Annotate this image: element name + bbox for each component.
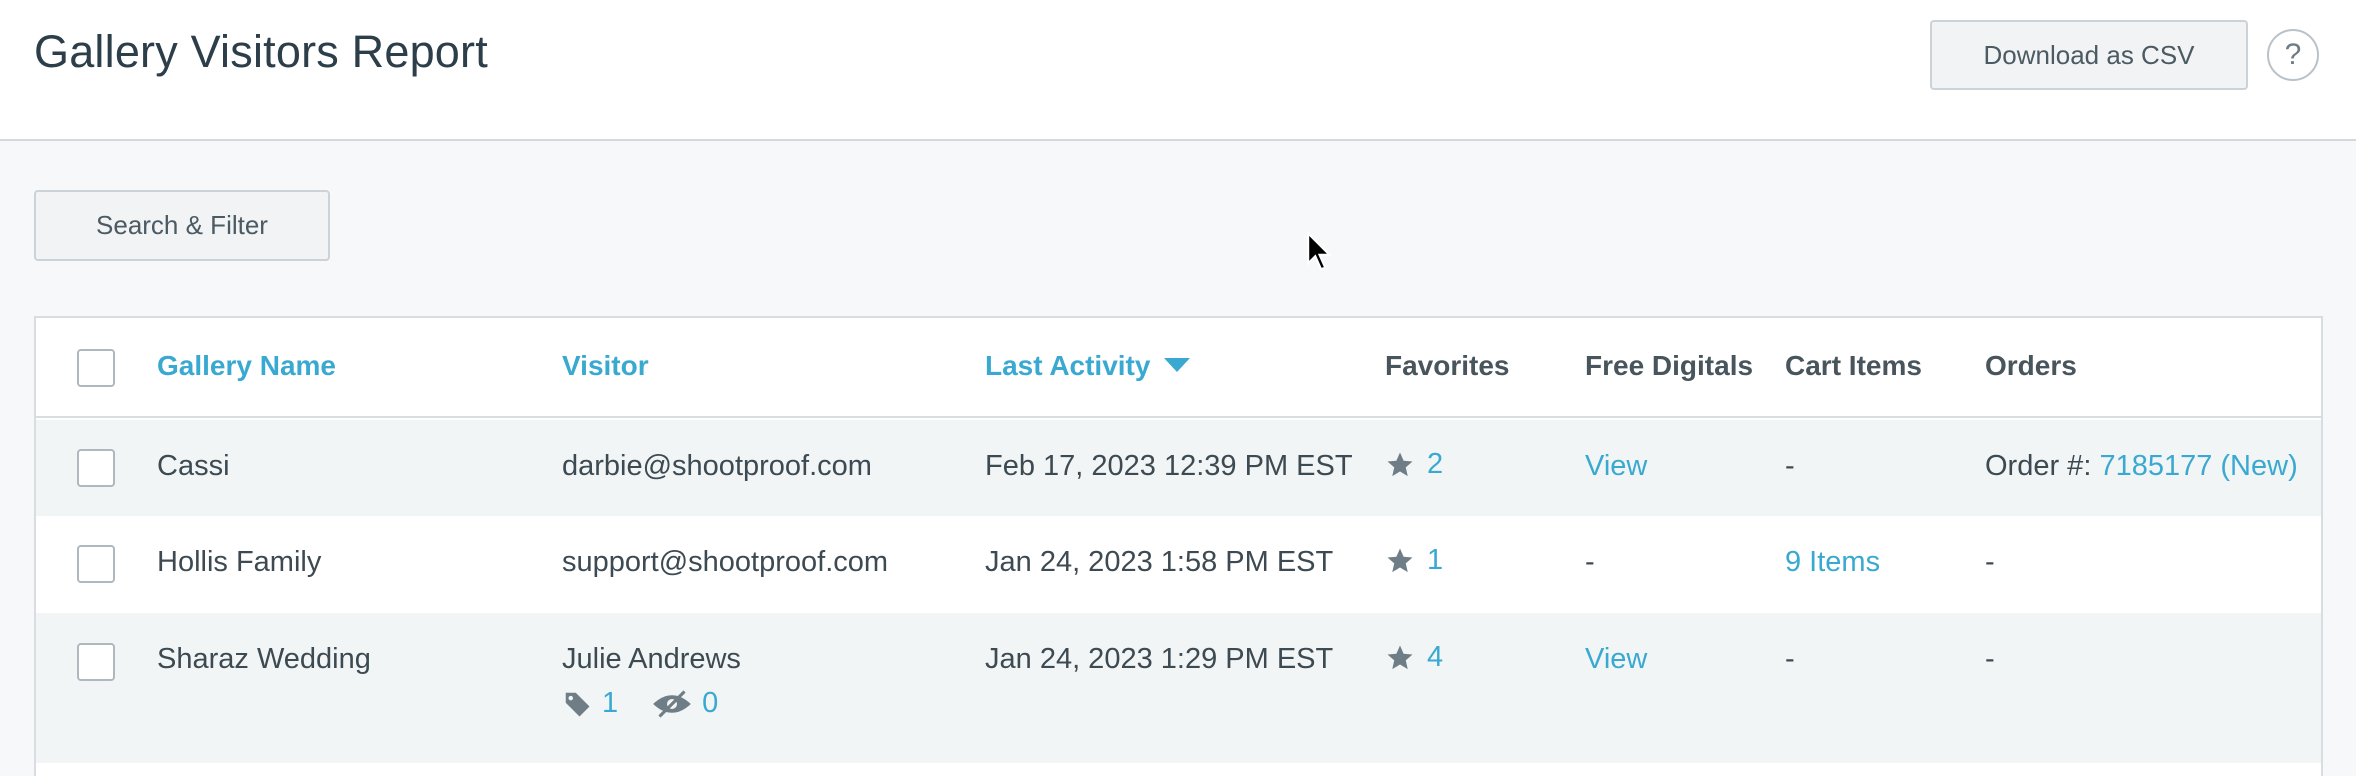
visitors-table: Gallery Name Visitor Last Activity Favor… [34, 316, 2323, 776]
free-digitals-cell: - [1585, 546, 1595, 578]
table-row: Hollis Family support@shootproof.com Jan… [36, 516, 2321, 613]
hidden-count-link[interactable]: 0 [702, 687, 718, 720]
column-header-free-digitals: Free Digitals [1585, 350, 1754, 381]
row-checkbox[interactable] [77, 545, 115, 583]
star-icon [1387, 452, 1413, 476]
column-header-cart-items: Cart Items [1785, 350, 1922, 381]
gallery-name-cell: Hollis Family [157, 546, 322, 578]
visitor-cell: support@shootproof.com [562, 546, 889, 578]
column-header-last-activity-label: Last Activity [985, 350, 1151, 381]
visitor-cell: Julie Andrews [562, 643, 741, 675]
last-activity-cell: Feb 17, 2023 12:39 PM EST [985, 450, 1353, 482]
last-activity-cell: Jan 24, 2023 1:29 PM EST [985, 643, 1334, 675]
star-icon [1387, 645, 1413, 669]
column-header-favorites: Favorites [1385, 350, 1510, 381]
select-all-checkbox[interactable] [77, 349, 115, 387]
eye-hidden-icon [653, 689, 691, 718]
search-filter-button[interactable]: Search & Filter [34, 190, 330, 261]
favorites-cell[interactable]: 1 [1385, 544, 1443, 577]
favorites-count-link[interactable]: 4 [1427, 641, 1443, 674]
order-link[interactable]: 7185177 (New) [2099, 450, 2297, 482]
last-activity-cell: Jan 24, 2023 1:58 PM EST [985, 546, 1334, 578]
column-header-last-activity[interactable]: Last Activity [985, 350, 1191, 382]
orders-cell: Order #: 7185177 (New) [1985, 450, 2298, 483]
tag-icon [564, 692, 590, 716]
page-title: Gallery Visitors Report [34, 26, 488, 77]
table-row: Cassi darbie@shootproof.com Feb 17, 2023… [36, 420, 2321, 516]
gallery-name-cell: Cassi [157, 450, 230, 482]
help-button[interactable]: ? [2267, 29, 2319, 81]
column-header-gallery-name[interactable]: Gallery Name [157, 350, 336, 382]
table-header-row: Gallery Name Visitor Last Activity Favor… [36, 318, 2321, 418]
sort-descending-icon [1164, 357, 1191, 372]
cart-items-cell: - [1785, 450, 1795, 482]
orders-cell: - [1985, 643, 1995, 675]
favorites-count-link[interactable]: 1 [1427, 544, 1443, 577]
gallery-name-cell: Sharaz Wedding [157, 643, 371, 675]
column-header-visitor[interactable]: Visitor [562, 350, 649, 382]
cart-items-cell: - [1785, 643, 1795, 675]
page-header: Gallery Visitors Report Download as CSV … [0, 0, 2356, 141]
visitor-meta: 1 0 [562, 687, 718, 720]
table-row: Sharaz Wedding Julie Andrews 1 0 Jan 24,… [36, 613, 2321, 763]
star-icon [1387, 548, 1413, 572]
row-checkbox[interactable] [77, 449, 115, 487]
mouse-cursor-icon [1307, 232, 1333, 271]
free-digitals-view-link[interactable]: View [1585, 643, 1647, 676]
column-header-orders: Orders [1985, 350, 2077, 381]
tag-count-link[interactable]: 1 [602, 687, 618, 720]
favorites-cell[interactable]: 4 [1385, 641, 1443, 674]
order-number-label: Order #: [1985, 450, 2100, 482]
visitor-cell: darbie@shootproof.com [562, 450, 872, 482]
row-checkbox[interactable] [77, 643, 115, 681]
download-csv-button[interactable]: Download as CSV [1930, 20, 2248, 90]
cart-items-link[interactable]: 9 Items [1785, 546, 1880, 579]
free-digitals-view-link[interactable]: View [1585, 450, 1647, 483]
orders-cell: - [1985, 546, 1995, 578]
favorites-count-link[interactable]: 2 [1427, 448, 1443, 481]
favorites-cell[interactable]: 2 [1385, 448, 1443, 481]
